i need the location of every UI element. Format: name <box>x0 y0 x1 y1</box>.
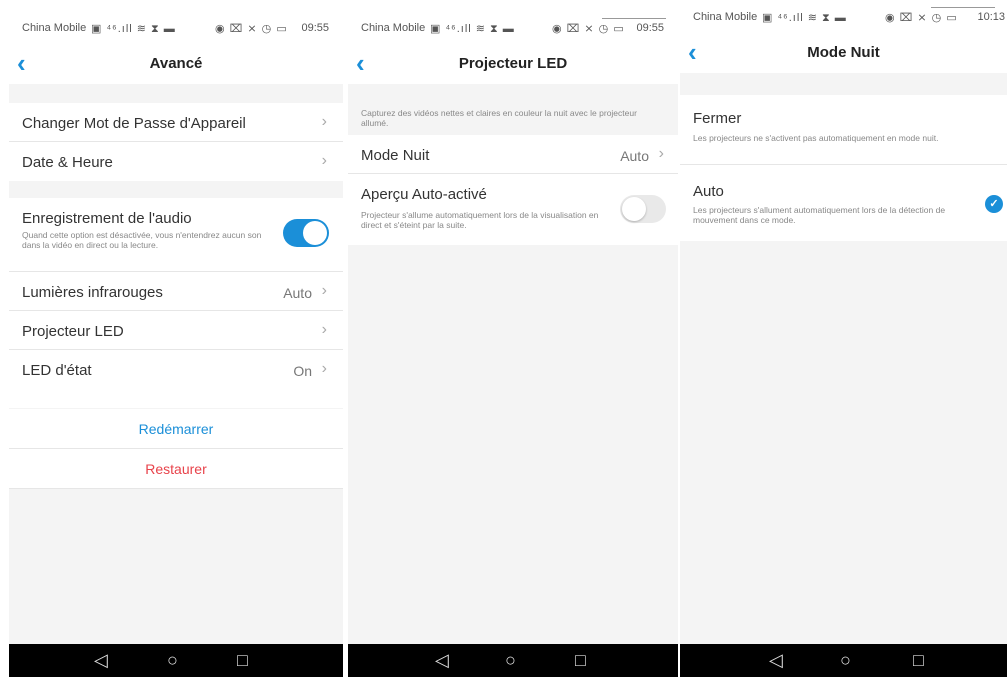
night-mode-label: Mode Nuit <box>361 147 430 164</box>
system-nav-bar: ◁ ○ □ <box>680 644 1007 677</box>
auto-preview-label: Aperçu Auto-activé <box>361 186 487 203</box>
option-off-label: Fermer <box>693 110 742 127</box>
night-mode-screen: China Mobile ▣ ⁴⁶.ıll ≋ ⧗ ▬ ◉ ⌧ ⨯ ◷ ▭ 10… <box>680 0 1007 677</box>
status-divider <box>931 7 995 8</box>
nav-back-icon[interactable]: ◁ <box>769 649 783 671</box>
checkmark-icon: ✓ <box>985 195 1003 213</box>
option-off[interactable]: Fermer Les projecteurs ne s'activent pas… <box>680 95 1007 165</box>
status-bar: China Mobile ▣ ⁴⁶.ıll ≋ ⧗ ▬ ◉ ⌧ ⨯ ◷ ▭ 09… <box>348 0 678 44</box>
night-mode-value: Auto <box>620 148 649 164</box>
status-divider <box>602 18 666 19</box>
projector-group: Mode Nuit Auto › Aperçu Auto-activé Proj… <box>348 135 678 245</box>
auto-preview-row: Aperçu Auto-activé Projecteur s'allume a… <box>348 174 678 245</box>
change-password-label: Changer Mot de Passe d'Appareil <box>22 115 246 132</box>
date-time-row[interactable]: Date & Heure › <box>9 142 343 181</box>
nav-header: ‹ Mode Nuit <box>680 33 1007 73</box>
nav-recents-icon[interactable]: □ <box>575 649 586 671</box>
signal-icons: ▣ ⁴⁶.ıll ≋ ⧗ ▬ <box>91 23 176 35</box>
audio-recording-row: Enregistrement de l'audio Quand cette op… <box>9 198 343 272</box>
restore-button[interactable]: Restaurer <box>9 449 343 489</box>
change-password-row[interactable]: Changer Mot de Passe d'Appareil › <box>9 103 343 142</box>
auto-preview-desc: Projecteur s'allume automatiquement lors… <box>361 210 599 230</box>
device-group: Enregistrement de l'audio Quand cette op… <box>9 198 343 408</box>
projector-description: Capturez des vidéos nettes et claires en… <box>361 108 637 128</box>
signal-icons: ▣ ⁴⁶.ıll ≋ ⧗ ▬ <box>762 12 847 24</box>
system-nav-bar: ◁ ○ □ <box>348 644 678 677</box>
status-led-row[interactable]: LED d'état On › <box>9 350 343 389</box>
nav-home-icon[interactable]: ○ <box>505 649 516 671</box>
date-time-label: Date & Heure <box>22 154 113 171</box>
status-bar: China Mobile ▣ ⁴⁶.ıll ≋ ⧗ ▬ ◉ ⌧ ⨯ ◷ ▭ 09… <box>9 0 343 44</box>
chevron-right-icon: › <box>321 321 327 338</box>
infrared-lights-row[interactable]: Lumières infrarouges Auto › <box>9 272 343 311</box>
auto-preview-toggle[interactable] <box>620 195 666 223</box>
led-projector-label: Projecteur LED <box>22 323 124 340</box>
nav-recents-icon[interactable]: □ <box>237 649 248 671</box>
account-group: Changer Mot de Passe d'Appareil › Date &… <box>9 103 343 181</box>
system-icons: ◉ ⌧ ⨯ ◷ ▭ <box>552 23 625 35</box>
nav-back-icon[interactable]: ◁ <box>94 649 108 671</box>
chevron-right-icon: › <box>658 145 664 162</box>
night-mode-row[interactable]: Mode Nuit Auto › <box>348 135 678 174</box>
night-mode-options: Fermer Les projecteurs ne s'activent pas… <box>680 95 1007 241</box>
infrared-lights-label: Lumières infrarouges <box>22 284 163 301</box>
system-icons: ◉ ⌧ ⨯ ◷ ▭ <box>885 12 958 24</box>
chevron-right-icon: › <box>321 360 327 377</box>
nav-back-icon[interactable]: ◁ <box>435 649 449 671</box>
option-auto-desc: Les projecteurs s'allument automatiqueme… <box>693 205 946 225</box>
advanced-settings-screen: China Mobile ▣ ⁴⁶.ıll ≋ ⧗ ▬ ◉ ⌧ ⨯ ◷ ▭ 09… <box>9 0 343 677</box>
audio-recording-label: Enregistrement de l'audio <box>22 210 192 227</box>
led-projector-row[interactable]: Projecteur LED › <box>9 311 343 350</box>
reboot-label: Redémarrer <box>138 421 214 437</box>
chevron-right-icon: › <box>321 113 327 130</box>
audio-recording-desc: Quand cette option est désactivée, vous … <box>22 230 262 250</box>
infrared-lights-value: Auto <box>283 285 312 301</box>
carrier-label: China Mobile <box>361 22 426 34</box>
status-led-value: On <box>293 363 312 379</box>
clock: 10:13 <box>977 11 1005 23</box>
page-title: Avancé <box>149 55 203 72</box>
chevron-right-icon: › <box>321 152 327 169</box>
reboot-button[interactable]: Redémarrer <box>9 409 343 449</box>
nav-home-icon[interactable]: ○ <box>840 649 851 671</box>
nav-home-icon[interactable]: ○ <box>167 649 178 671</box>
system-nav-bar: ◁ ○ □ <box>9 644 343 677</box>
audio-recording-toggle[interactable] <box>283 219 329 247</box>
option-off-desc: Les projecteurs ne s'activent pas automa… <box>693 133 939 143</box>
option-auto[interactable]: Auto Les projecteurs s'allument automati… <box>680 165 1007 241</box>
chevron-right-icon: › <box>321 282 327 299</box>
option-auto-label: Auto <box>693 183 724 200</box>
led-projector-screen: China Mobile ▣ ⁴⁶.ıll ≋ ⧗ ▬ ◉ ⌧ ⨯ ◷ ▭ 09… <box>348 0 678 677</box>
carrier-label: China Mobile <box>22 22 87 34</box>
page-title: Mode Nuit <box>807 44 880 61</box>
signal-icons: ▣ ⁴⁶.ıll ≋ ⧗ ▬ <box>430 23 515 35</box>
clock: 09:55 <box>301 22 329 34</box>
status-led-label: LED d'état <box>22 362 92 379</box>
carrier-label: China Mobile <box>693 11 758 23</box>
actions-group: Redémarrer Restaurer <box>9 409 343 489</box>
nav-header: ‹ Avancé <box>9 44 343 84</box>
nav-recents-icon[interactable]: □ <box>913 649 924 671</box>
page-title: Projecteur LED <box>458 55 568 72</box>
nav-header: ‹ Projecteur LED <box>348 44 678 84</box>
system-icons: ◉ ⌧ ⨯ ◷ ▭ <box>215 23 288 35</box>
restore-label: Restaurer <box>145 461 207 477</box>
clock: 09:55 <box>636 22 664 34</box>
